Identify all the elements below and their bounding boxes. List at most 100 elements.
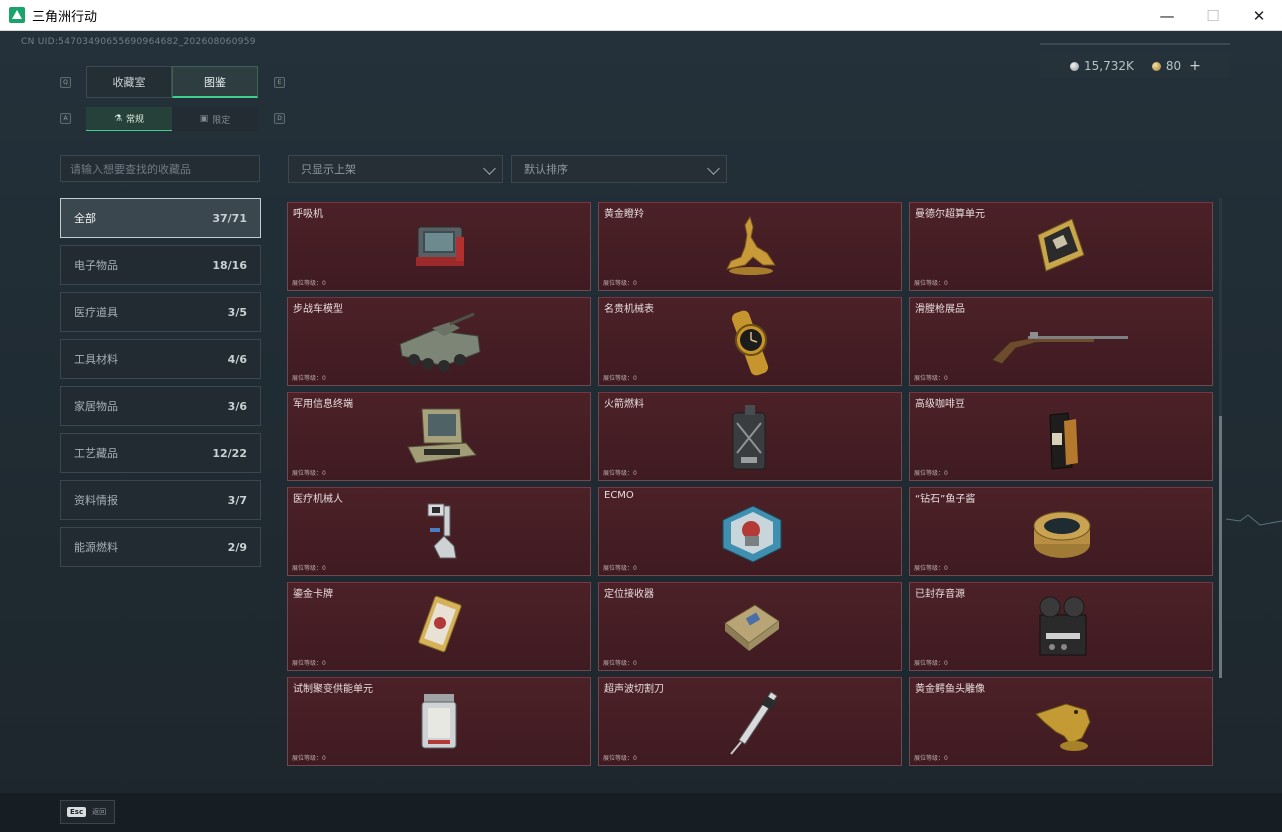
booth-level: 展位等级：0 <box>914 565 948 572</box>
booth-level: 展位等级：0 <box>292 755 326 762</box>
item-card[interactable]: ECMO 展位等级：0 <box>598 487 902 576</box>
silver-coin-icon <box>1070 61 1079 71</box>
grid-scrollbar[interactable] <box>1219 198 1222 678</box>
gold-amount: 80 <box>1165 59 1182 73</box>
star-box-icon: ▣ <box>199 114 209 124</box>
item-card[interactable]: 已封存音源 展位等级：0 <box>909 582 1213 671</box>
item-card[interactable]: 滑膛枪展品 展位等级：0 <box>909 297 1213 386</box>
window-titlebar: 三角洲行动 — ☐ ✕ <box>0 0 1282 31</box>
display-filter-dropdown[interactable]: 只显示上架 <box>288 155 503 183</box>
back-button[interactable]: Esc 返回 <box>60 800 115 824</box>
key-hint-q: Q <box>60 77 71 88</box>
category-count: 3/7 <box>227 493 247 507</box>
category-count: 18/16 <box>212 258 247 272</box>
gold-croc-statue-icon <box>1035 703 1091 751</box>
item-card[interactable]: 超声波切割刀 展位等级：0 <box>598 677 902 766</box>
gilded-card-icon <box>418 595 462 653</box>
item-name: 火箭燃料 <box>604 399 644 410</box>
item-card[interactable]: 鎏金卡牌 展位等级：0 <box>287 582 591 671</box>
key-hint-d: D <box>274 113 285 124</box>
main-tabs: 收藏室 图鉴 <box>86 66 259 98</box>
category-label: 工具材料 <box>74 353 118 366</box>
window-title: 三角洲行动 <box>32 9 98 25</box>
scrollbar-thumb[interactable] <box>1219 416 1222 678</box>
booth-level: 展位等级：0 <box>914 375 948 382</box>
item-card[interactable]: 医疗机械人 展位等级：0 <box>287 487 591 576</box>
item-card[interactable]: 名贵机械表 展位等级：0 <box>598 297 902 386</box>
maximize-button[interactable]: ☐ <box>1190 0 1236 31</box>
item-card[interactable]: 呼吸机 展位等级：0 <box>287 202 591 291</box>
tab-collection-room[interactable]: 收藏室 <box>86 66 172 98</box>
sort-dropdown[interactable]: 默认排序 <box>511 155 727 183</box>
booth-level: 展位等级：0 <box>603 375 637 382</box>
category-medical[interactable]: 医疗道具 3/5 <box>60 292 261 332</box>
medical-robot-icon <box>427 503 457 559</box>
chevron-down-icon <box>483 162 496 175</box>
item-name: 滑膛枪展品 <box>915 304 965 315</box>
ventilator-icon <box>416 226 464 266</box>
item-name: 军用信息终端 <box>293 399 353 410</box>
category-intel[interactable]: 资料情报 3/7 <box>60 480 261 520</box>
item-card[interactable]: 曼德尔超算单元 展位等级：0 <box>909 202 1213 291</box>
item-name: 黄金瞪羚 <box>604 209 644 220</box>
chevron-down-icon <box>707 162 720 175</box>
display-filter-value: 只显示上架 <box>301 163 356 176</box>
category-electronics[interactable]: 电子物品 18/16 <box>60 245 261 285</box>
tab-codex[interactable]: 图鉴 <box>172 66 258 98</box>
category-list: 全部 37/71 电子物品 18/16 医疗道具 3/5 工具材料 4/6 家居… <box>60 198 261 574</box>
category-label: 家居物品 <box>74 400 118 413</box>
item-card[interactable]: 步战车模型 展位等级：0 <box>287 297 591 386</box>
add-currency-button[interactable]: + <box>1189 58 1201 74</box>
item-card[interactable]: “钻石”鱼子酱 展位等级：0 <box>909 487 1213 576</box>
item-card[interactable]: 黄金鳄鱼头雕像 展位等级：0 <box>909 677 1213 766</box>
lightning-decoration <box>1226 514 1282 526</box>
booth-level: 展位等级：0 <box>603 755 637 762</box>
category-count: 12/22 <box>212 446 247 460</box>
booth-level: 展位等级：0 <box>292 280 326 287</box>
subtab-limited[interactable]: ▣ 限定 <box>172 107 258 131</box>
silver-amount: 15,732K <box>1084 59 1134 73</box>
category-crafts[interactable]: 工艺藏品 12/22 <box>60 433 261 473</box>
category-count: 37/71 <box>212 211 247 225</box>
item-name: 步战车模型 <box>293 304 343 315</box>
category-tools[interactable]: 工具材料 4/6 <box>60 339 261 379</box>
key-hint-a: A <box>60 113 71 124</box>
subtab-limited-label: 限定 <box>212 115 231 126</box>
subtab-regular-label: 常规 <box>126 115 145 125</box>
subtab-regular[interactable]: ⚗ 常规 <box>86 107 172 131</box>
item-card[interactable]: 军用信息终端 展位等级：0 <box>287 392 591 481</box>
booth-level: 展位等级：0 <box>603 470 637 477</box>
category-all[interactable]: 全部 37/71 <box>60 198 261 238</box>
booth-level: 展位等级：0 <box>914 755 948 762</box>
search-input[interactable]: 请输入想要查找的收藏品 <box>60 155 260 182</box>
booth-level: 展位等级：0 <box>603 280 637 287</box>
item-card[interactable]: 黄金瞪羚 展位等级：0 <box>598 202 902 291</box>
gold-gazelle-icon <box>726 215 776 275</box>
supercomputer-unit-icon <box>1037 218 1085 272</box>
booth-level: 展位等级：0 <box>914 280 948 287</box>
booth-level: 展位等级：0 <box>292 565 326 572</box>
fusion-cell-icon <box>421 694 457 749</box>
item-card[interactable]: 定位接收器 展位等级：0 <box>598 582 902 671</box>
sort-value: 默认排序 <box>524 163 568 176</box>
collection-grid: 呼吸机 展位等级：0 黄金瞪羚 展位等级：0 曼德尔超算单元 展位等级：0 步战… <box>287 202 1214 766</box>
booth-level: 展位等级：0 <box>292 660 326 667</box>
musket-icon <box>991 332 1128 365</box>
category-count: 3/6 <box>227 399 247 413</box>
item-name: 试制聚变供能单元 <box>293 684 373 695</box>
booth-level: 展位等级：0 <box>603 565 637 572</box>
category-label: 能源燃料 <box>74 541 118 554</box>
item-name: 超声波切割刀 <box>604 684 664 695</box>
category-energy[interactable]: 能源燃料 2/9 <box>60 527 261 567</box>
item-card[interactable]: 火箭燃料 展位等级：0 <box>598 392 902 481</box>
item-name: 高级咖啡豆 <box>915 399 965 410</box>
coffee-bag-icon <box>1049 412 1078 470</box>
ifv-model-icon <box>399 312 481 372</box>
category-household[interactable]: 家居物品 3/6 <box>60 386 261 426</box>
close-button[interactable]: ✕ <box>1236 0 1282 31</box>
minimize-button[interactable]: — <box>1144 0 1190 31</box>
item-card[interactable]: 高级咖啡豆 展位等级：0 <box>909 392 1213 481</box>
category-label: 医疗道具 <box>74 306 118 319</box>
item-card[interactable]: 试制聚变供能单元 展位等级：0 <box>287 677 591 766</box>
item-name: 黄金鳄鱼头雕像 <box>915 684 985 695</box>
